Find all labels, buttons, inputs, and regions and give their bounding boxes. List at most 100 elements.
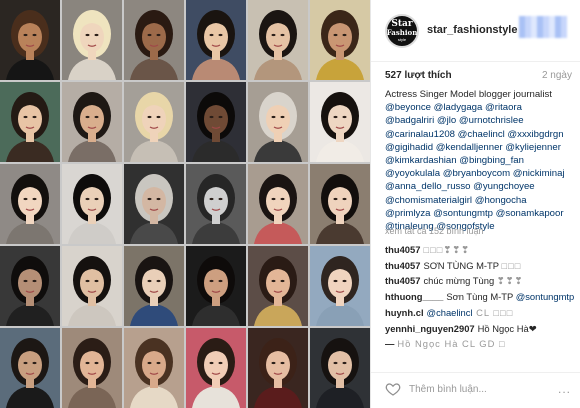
portrait-tile[interactable]	[186, 82, 246, 162]
comment-row: thu4057 chúc mừng Tùng ❣❣❣	[385, 273, 579, 289]
comment-mention[interactable]: @chaelincl	[427, 307, 473, 318]
portrait-image	[62, 82, 122, 162]
caption-mentions-line[interactable]: @carinalau1208 @chaelincl @xxxibgdrgn	[385, 128, 579, 141]
comments-list: thu4057 □□□❣❣❣ thu4057 SƠN TÙNG M-TP □□□ thu…	[385, 242, 579, 352]
portrait-tile[interactable]	[0, 164, 60, 244]
caption-mentions-line[interactable]: @gigihadid @kendalljenner @kyliejenner	[385, 141, 579, 154]
portrait-image	[62, 328, 122, 408]
portrait-tile[interactable]	[186, 164, 246, 244]
portrait-image	[124, 0, 184, 80]
portrait-image	[310, 328, 370, 408]
portrait-image	[248, 82, 308, 162]
likes-count[interactable]: 527 lượt thích	[385, 70, 452, 81]
caption-mentions-line[interactable]: @chomismaterialgirl @hongocha	[385, 194, 579, 207]
portrait-tile[interactable]	[124, 328, 184, 408]
portrait-tile[interactable]	[124, 0, 184, 80]
portrait-image	[310, 246, 370, 326]
username-link[interactable]: star_fashionstyle	[427, 24, 517, 36]
comment-row: — Hồ Ngọc Hà CL GD □	[385, 336, 579, 352]
comment-mention[interactable]: @sontungmtp	[516, 291, 575, 302]
caption-mentions-line[interactable]: @badgalriri @jlo @urnotchrislee	[385, 114, 579, 127]
heart-icon[interactable]	[385, 381, 401, 397]
comment-row: yennhi_nguyen2907 Hồ Ngọc Hà❤	[385, 321, 579, 337]
comment-suffix: □□□	[501, 259, 522, 271]
comment-text: Sơn Tùng M-TP	[446, 291, 516, 303]
post-panel: Star Fashion style star_fashionstyle 527…	[370, 0, 580, 408]
portrait-tile[interactable]	[124, 164, 184, 244]
portrait-tile[interactable]	[62, 246, 122, 326]
comment-bar: ...	[371, 372, 580, 408]
portrait-tile[interactable]	[62, 82, 122, 162]
caption-mentions-line[interactable]: @beyonce @ladygaga @ritaora	[385, 101, 579, 114]
portrait-tile[interactable]	[0, 328, 60, 408]
portrait-image	[248, 246, 308, 326]
photo-collage[interactable]	[0, 0, 370, 408]
caption-mentions-line[interactable]: @yoyokulala @bryanboycom @nickiminaj	[385, 167, 579, 180]
portrait-tile[interactable]	[62, 164, 122, 244]
portrait-image	[62, 164, 122, 244]
portrait-image	[124, 328, 184, 408]
portrait-tile[interactable]	[186, 246, 246, 326]
portrait-tile[interactable]	[0, 246, 60, 326]
comment-input[interactable]	[409, 381, 549, 397]
portrait-image	[248, 328, 308, 408]
caption-mentions-line[interactable]: @primlyza @sontungmtp @sonamkapoor	[385, 207, 579, 220]
caption-tags: @beyonce @ladygaga @ritaora @badgalriri @…	[385, 101, 579, 233]
portrait-tile[interactable]	[248, 328, 308, 408]
portrait-tile[interactable]	[248, 82, 308, 162]
collage-grid	[0, 0, 370, 408]
portrait-tile[interactable]	[248, 246, 308, 326]
comment-row: huynh.cl @chaelincl CL □□□	[385, 305, 579, 321]
portrait-image	[248, 0, 308, 80]
portrait-image	[248, 164, 308, 244]
portrait-image	[124, 82, 184, 162]
comment-author[interactable]: thu4057	[385, 244, 420, 255]
portrait-image	[186, 164, 246, 244]
portrait-tile[interactable]	[248, 164, 308, 244]
comment-row: hthuong____ Sơn Tùng M-TP @sontungmtp	[385, 289, 579, 305]
caption-text: Actress Singer Model blogger journalist	[385, 89, 552, 100]
portrait-image	[62, 246, 122, 326]
portrait-tile[interactable]	[124, 82, 184, 162]
portrait-image	[186, 328, 246, 408]
comment-author[interactable]: —	[385, 338, 394, 349]
comment-author[interactable]: hthuong____	[385, 291, 443, 302]
portrait-tile[interactable]	[62, 0, 122, 80]
portrait-tile[interactable]	[62, 328, 122, 408]
comment-author[interactable]: yennhi_nguyen2907	[385, 323, 475, 334]
portrait-image	[0, 82, 60, 162]
portrait-tile[interactable]	[0, 82, 60, 162]
portrait-image	[0, 328, 60, 408]
comment-suffix: CL □□□	[472, 306, 514, 318]
portrait-tile[interactable]	[310, 246, 370, 326]
caption-mentions-line[interactable]: @anna_dello_russo @yungchoyee	[385, 180, 579, 193]
blurred-follow-button[interactable]	[519, 16, 567, 38]
portrait-tile[interactable]	[186, 0, 246, 80]
portrait-tile[interactable]	[124, 246, 184, 326]
view-all-comments-link[interactable]: xem tất cả 152 bình luận	[385, 226, 484, 236]
comment-suffix: ❣❣❣	[496, 275, 524, 287]
portrait-tile[interactable]	[310, 82, 370, 162]
highlighted-portrait-tile[interactable]	[186, 328, 246, 408]
portrait-image	[0, 246, 60, 326]
portrait-image	[310, 164, 370, 244]
highlighted-portrait-tile[interactable]	[310, 328, 370, 408]
portrait-tile[interactable]	[310, 0, 370, 80]
more-options-icon[interactable]: ...	[558, 382, 571, 396]
comment-author[interactable]: thu4057	[385, 260, 420, 271]
portrait-image	[62, 0, 122, 80]
comment-text: chúc mừng Tùng	[423, 275, 497, 287]
portrait-tile[interactable]	[0, 0, 60, 80]
avatar[interactable]: Star Fashion style	[385, 14, 419, 48]
portrait-tile[interactable]	[310, 164, 370, 244]
caption-mentions-line[interactable]: @kimkardashian @bingbing_fan	[385, 154, 579, 167]
comment-text: Hồ Ngọc Hà❤	[477, 322, 537, 334]
portrait-image	[310, 0, 370, 80]
portrait-image	[186, 82, 246, 162]
comment-author[interactable]: thu4057	[385, 275, 420, 286]
comment-suffix: Hồ Ngọc Hà CL GD □	[397, 338, 506, 350]
comment-author[interactable]: huynh.cl	[385, 307, 424, 318]
avatar-text-style: style	[397, 37, 407, 42]
comment-row: thu4057 □□□❣❣❣	[385, 242, 579, 258]
portrait-tile[interactable]	[248, 0, 308, 80]
